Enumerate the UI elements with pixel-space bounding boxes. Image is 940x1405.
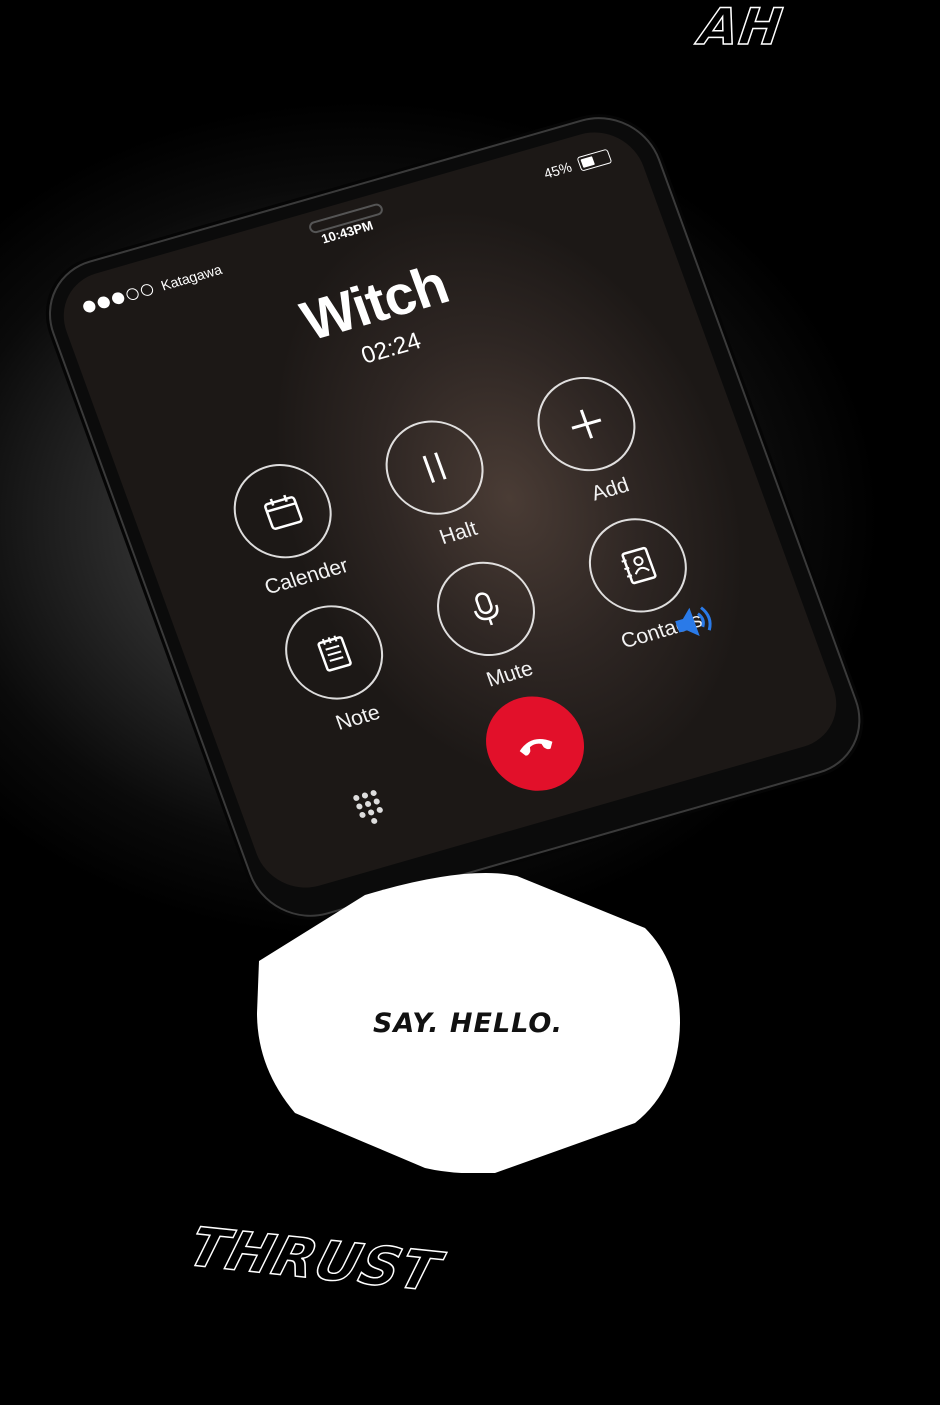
signal-dot (124, 286, 141, 302)
mute-label: Mute (483, 657, 537, 692)
add-label: Add (588, 473, 633, 506)
keypad-icon (353, 790, 383, 824)
mute-button[interactable]: Mute (421, 550, 562, 700)
keypad-button[interactable] (347, 784, 399, 833)
halt-button[interactable]: Halt (370, 409, 511, 559)
plus-icon (571, 409, 602, 439)
battery-icon (576, 148, 613, 172)
contacts-book-icon (621, 546, 657, 585)
speech-text: SAY. HELLO. (372, 1008, 564, 1039)
microphone-icon (473, 592, 499, 626)
calender-button[interactable]: Calender (218, 452, 359, 602)
phone-hangup-icon (519, 739, 553, 756)
note-icon (317, 635, 352, 672)
end-call-button[interactable] (472, 685, 598, 803)
battery-status: 45% (541, 148, 613, 182)
pause-icon (422, 452, 447, 483)
signal-dots (81, 282, 155, 314)
signal-dot (139, 282, 155, 298)
note-button[interactable]: Note (270, 593, 411, 743)
signal-dot (110, 290, 126, 306)
sfx-thrust: THRUST (181, 1215, 448, 1304)
sfx-ah: AH (695, 0, 787, 57)
halt-label: Halt (436, 517, 481, 550)
speech-bubble: SAY. HELLO. (255, 873, 681, 1173)
add-button[interactable]: Add (522, 365, 663, 515)
signal-dot (81, 299, 98, 314)
calendar-icon (264, 494, 303, 530)
carrier-name: Katagawa (158, 261, 225, 294)
signal-dot (95, 295, 112, 310)
note-label: Note (332, 700, 384, 735)
calender-label: Calender (261, 554, 352, 600)
battery-percent: 45% (541, 158, 574, 182)
